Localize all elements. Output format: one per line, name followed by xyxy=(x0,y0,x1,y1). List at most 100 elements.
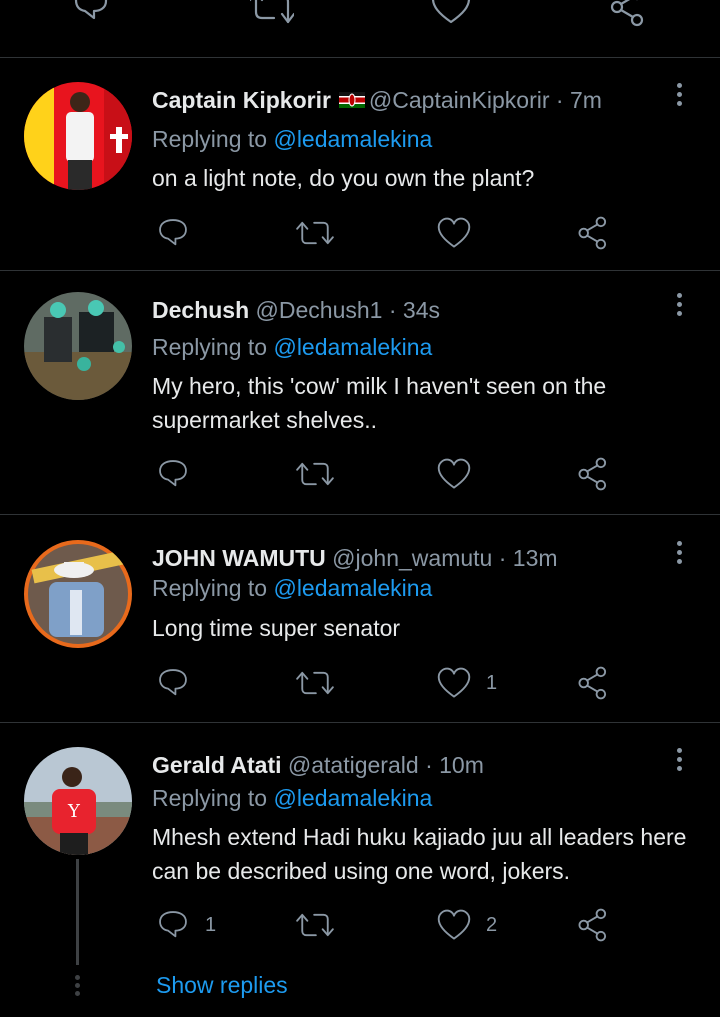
share-icon xyxy=(578,457,607,491)
tweet-header: JOHN WAMUTU @john_wamutu · 13m xyxy=(152,543,558,573)
share-button[interactable] xyxy=(576,663,612,703)
tweet-text: My hero, this 'cow' milk I haven't seen … xyxy=(152,373,607,433)
reply-button[interactable] xyxy=(70,0,112,28)
tweet-text: Long time super senator xyxy=(152,615,401,641)
retweet-button[interactable] xyxy=(296,454,334,494)
replying-prefix: Replying to xyxy=(152,126,268,152)
heart-icon xyxy=(431,0,471,24)
user-handle[interactable]: @Dechush1 xyxy=(256,297,383,323)
separator: · xyxy=(498,545,507,571)
display-name[interactable]: Gerald Atati xyxy=(152,752,282,778)
more-button[interactable] xyxy=(670,541,690,571)
user-handle[interactable]: @CaptainKipkorir xyxy=(369,87,550,113)
replying-to: Replying to @ledamalekina xyxy=(152,573,432,603)
timestamp[interactable]: 7m xyxy=(570,87,602,113)
display-name[interactable]: Dechush xyxy=(152,297,249,323)
reply-icon xyxy=(74,0,108,20)
share-button[interactable] xyxy=(576,213,612,253)
retweet-icon xyxy=(296,913,334,937)
tweet-actions: 1 2 xyxy=(0,905,720,945)
heart-icon xyxy=(437,458,471,489)
separator: · xyxy=(425,752,433,778)
share-icon xyxy=(578,908,607,942)
timestamp[interactable]: 10m xyxy=(439,752,484,778)
retweet-icon xyxy=(296,221,334,245)
previous-tweet-actions xyxy=(0,0,720,56)
replying-to: Replying to @ledamalekina xyxy=(152,332,432,362)
replying-prefix: Replying to xyxy=(152,785,268,811)
display-name[interactable]: Captain Kipkorir xyxy=(152,87,331,113)
retweet-icon xyxy=(250,0,294,24)
mention-link[interactable]: @ledamalekina xyxy=(273,126,432,152)
tweet[interactable]: Captain Kipkorir @CaptainKipkorir · 7m Re… xyxy=(0,58,720,270)
share-button[interactable] xyxy=(576,905,612,945)
tweet[interactable]: Y Gerald Atati @atatigerald · 10m Replyi… xyxy=(0,723,720,1017)
tweet-actions xyxy=(0,213,720,253)
tweet-header: Dechush @Dechush1 · 34s xyxy=(152,295,440,325)
share-button[interactable] xyxy=(576,454,612,494)
kenya-flag-icon xyxy=(338,92,365,109)
like-button[interactable] xyxy=(430,0,472,28)
retweet-button[interactable] xyxy=(250,0,294,28)
like-count: 1 xyxy=(486,671,498,694)
show-replies-link[interactable]: Show replies xyxy=(156,972,288,999)
timestamp[interactable]: 34s xyxy=(403,297,440,323)
reply-icon xyxy=(159,911,187,938)
reply-button[interactable] xyxy=(155,663,205,703)
tweet[interactable]: Dechush @Dechush1 · 34s Replying to @led… xyxy=(0,268,720,514)
tweet-text: Mhesh extend Hadi huku kajiado juu all l… xyxy=(152,824,687,884)
tweet-actions: 1 xyxy=(0,663,720,703)
reply-count: 1 xyxy=(205,913,217,936)
tweet-header: Captain Kipkorir @CaptainKipkorir · 7m xyxy=(152,85,602,115)
share-icon xyxy=(578,666,607,700)
tweet-header: Gerald Atati @atatigerald · 10m xyxy=(152,750,484,780)
reply-button[interactable]: 1 xyxy=(155,905,216,945)
like-button[interactable]: 2 xyxy=(436,905,497,945)
avatar[interactable] xyxy=(24,540,132,648)
tweet-actions xyxy=(0,454,720,494)
mention-link[interactable]: @ledamalekina xyxy=(273,785,432,811)
replying-to: Replying to @ledamalekina xyxy=(152,124,432,154)
retweet-button[interactable] xyxy=(296,663,334,703)
replying-prefix: Replying to xyxy=(152,575,268,601)
separator: · xyxy=(555,87,564,113)
share-button[interactable] xyxy=(608,0,650,28)
replying-prefix: Replying to xyxy=(152,334,268,360)
separator: · xyxy=(388,297,397,323)
reply-button[interactable] xyxy=(155,213,205,253)
svg-text:Y: Y xyxy=(67,801,81,822)
share-icon xyxy=(578,216,607,250)
retweet-icon xyxy=(296,462,334,486)
retweet-button[interactable] xyxy=(296,213,334,253)
user-handle[interactable]: @john_wamutu xyxy=(332,545,492,571)
more-button[interactable] xyxy=(670,748,690,778)
avatar[interactable] xyxy=(24,82,132,190)
user-handle[interactable]: @atatigerald xyxy=(288,752,419,778)
like-count: 2 xyxy=(486,913,498,936)
tweet[interactable]: JOHN WAMUTU @john_wamutu · 13m Replying … xyxy=(0,516,720,722)
divider xyxy=(0,514,720,515)
reply-button[interactable] xyxy=(155,454,205,494)
reply-icon xyxy=(159,669,187,696)
retweet-button[interactable] xyxy=(296,905,334,945)
more-button[interactable] xyxy=(670,83,690,113)
tweet-text: on a light note, do you own the plant? xyxy=(152,165,535,191)
display-name[interactable]: JOHN WAMUTU xyxy=(152,545,326,571)
heart-icon xyxy=(437,909,471,940)
heart-icon xyxy=(437,217,471,248)
more-button[interactable] xyxy=(670,293,690,323)
avatar[interactable]: Y xyxy=(24,747,132,855)
like-button[interactable] xyxy=(436,454,486,494)
heart-icon xyxy=(437,667,471,698)
reply-icon xyxy=(159,219,187,246)
like-button[interactable]: 1 xyxy=(436,663,497,703)
replying-to: Replying to @ledamalekina xyxy=(152,783,432,813)
avatar[interactable] xyxy=(24,292,132,400)
share-icon xyxy=(610,0,644,27)
timestamp[interactable]: 13m xyxy=(513,545,558,571)
like-button[interactable] xyxy=(436,213,486,253)
retweet-icon xyxy=(296,671,334,695)
mention-link[interactable]: @ledamalekina xyxy=(273,575,432,601)
mention-link[interactable]: @ledamalekina xyxy=(273,334,432,360)
reply-icon xyxy=(159,460,187,487)
